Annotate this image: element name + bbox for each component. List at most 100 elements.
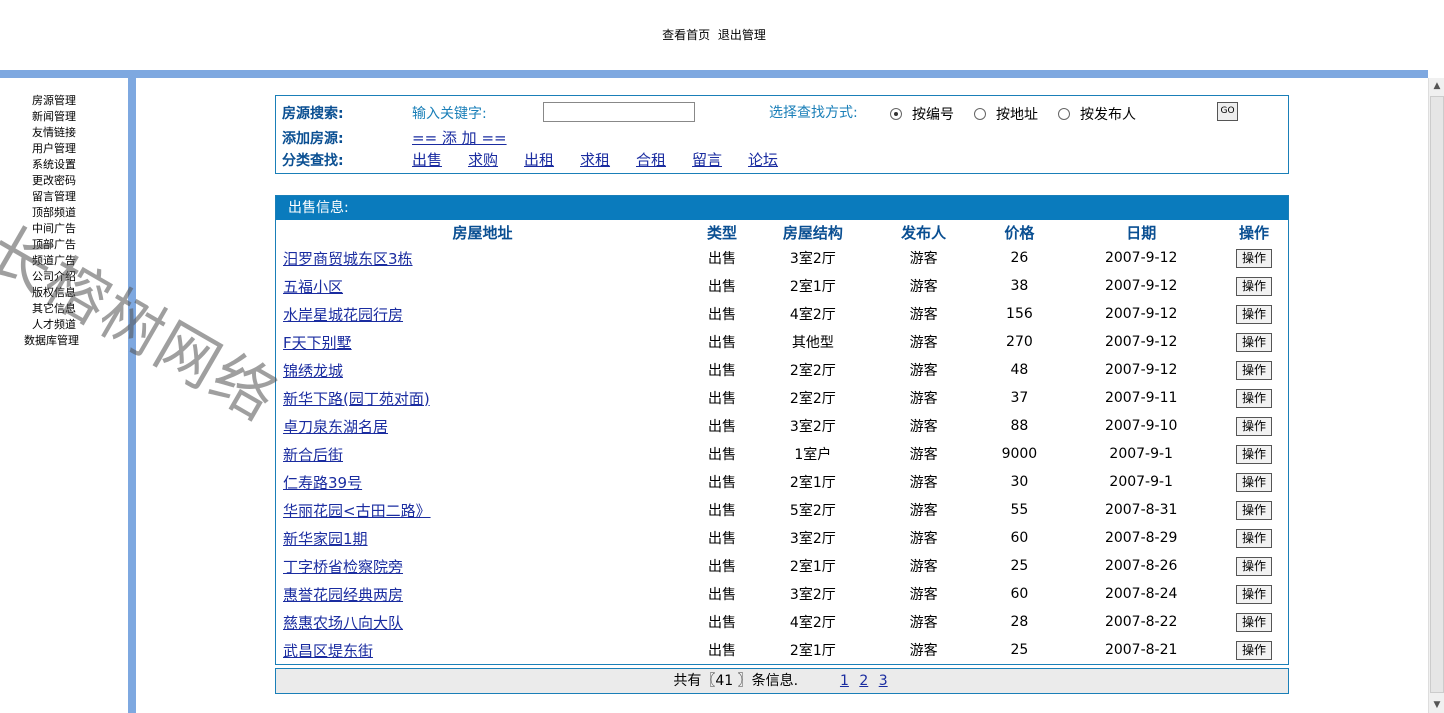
sidebar-item[interactable]: 频道广告 bbox=[0, 253, 108, 269]
table-row: 汨罗商贸城东区3栋 出售 3室2厅 游客 26 2007-9-12 操作 bbox=[276, 244, 1288, 272]
table-row: 华丽花园<古田二路》 出售 5室2厅 游客 55 2007-8-31 操作 bbox=[276, 496, 1288, 524]
cell-price: 60 bbox=[1010, 530, 1029, 546]
cell-address: 华丽花园<古田二路》 bbox=[276, 496, 689, 524]
sidebar-item[interactable]: 中间广告 bbox=[0, 221, 108, 237]
cell-action: 操作 bbox=[1220, 440, 1288, 468]
listing-address-link[interactable]: 五福小区 bbox=[283, 278, 343, 296]
action-button[interactable]: 操作 bbox=[1236, 640, 1273, 660]
category-seek-rent-link[interactable]: 求租 bbox=[580, 149, 610, 170]
action-button[interactable]: 操作 bbox=[1236, 248, 1273, 268]
action-button[interactable]: 操作 bbox=[1236, 528, 1273, 548]
listing-address-link[interactable]: 惠誉花园经典两房 bbox=[283, 586, 403, 604]
vertical-scrollbar[interactable]: ▲ ▼ bbox=[1428, 78, 1444, 713]
col-type: 类型 bbox=[707, 223, 738, 242]
cell-price: 37 bbox=[1010, 390, 1029, 406]
action-button[interactable]: 操作 bbox=[1236, 472, 1273, 492]
listing-address-link[interactable]: 慈惠农场八向大队 bbox=[283, 614, 403, 632]
listing-address-link[interactable]: F天下别墅 bbox=[283, 334, 352, 352]
action-button[interactable]: 操作 bbox=[1236, 332, 1273, 352]
listing-address-link[interactable]: 新华家园1期 bbox=[283, 530, 368, 548]
add-listing-link[interactable]: == 添 加 == bbox=[412, 127, 507, 148]
cell-price: 25 bbox=[1010, 558, 1029, 574]
sidebar: 房源管理 新闻管理 友情链接 用户管理 系统设置 更改密码 留言管理 顶部频道 中间广告 顶部广告… bbox=[0, 78, 128, 713]
view-home-link[interactable]: 查看首页 bbox=[662, 28, 710, 42]
sidebar-item[interactable]: 人才频道 bbox=[0, 317, 108, 333]
action-button[interactable]: 操作 bbox=[1236, 416, 1273, 436]
sidebar-item[interactable]: 公司介绍 bbox=[0, 269, 108, 285]
cell-action: 操作 bbox=[1220, 524, 1288, 552]
radio-by-publisher[interactable]: 按发布人 bbox=[1058, 104, 1136, 124]
sidebar-item[interactable]: 留言管理 bbox=[0, 189, 108, 205]
listing-address-link[interactable]: 新合后街 bbox=[283, 446, 343, 464]
cell-price: 88 bbox=[1010, 418, 1029, 434]
listing-address-link[interactable]: 锦绣龙城 bbox=[283, 362, 343, 380]
scroll-thumb[interactable] bbox=[1430, 96, 1444, 693]
action-button[interactable]: 操作 bbox=[1236, 360, 1273, 380]
sidebar-item[interactable]: 数据库管理 bbox=[0, 333, 108, 349]
action-button[interactable]: 操作 bbox=[1236, 612, 1273, 632]
action-button[interactable]: 操作 bbox=[1236, 500, 1273, 520]
action-button[interactable]: 操作 bbox=[1236, 444, 1273, 464]
table-row: 仁寿路39号 出售 2室1厅 游客 30 2007-9-1 操作 bbox=[276, 468, 1288, 496]
sidebar-item[interactable]: 房源管理 bbox=[0, 93, 108, 109]
cell-publisher: 游客 bbox=[909, 307, 938, 323]
listing-address-link[interactable]: 水岸星城花园行房 bbox=[283, 306, 403, 324]
category-rent-link[interactable]: 出租 bbox=[524, 149, 554, 170]
listing-address-link[interactable]: 华丽花园<古田二路》 bbox=[283, 502, 431, 520]
sidebar-item[interactable]: 更改密码 bbox=[0, 173, 108, 189]
page-link-1[interactable]: 1 bbox=[840, 673, 849, 689]
page-link-2[interactable]: 2 bbox=[859, 673, 868, 689]
category-sale-link[interactable]: 出售 bbox=[412, 149, 442, 170]
cell-structure: 5室2厅 bbox=[789, 503, 836, 519]
sidebar-item[interactable]: 系统设置 bbox=[0, 157, 108, 173]
sidebar-item[interactable]: 其它信息 bbox=[0, 301, 108, 317]
col-address: 房屋地址 bbox=[452, 223, 513, 242]
category-buy-link[interactable]: 求购 bbox=[468, 149, 498, 170]
search-panel: 房源搜索: 输入关键字: 选择查找方式: 按编号 按地址 按发布人 GO 添加房… bbox=[275, 95, 1289, 174]
cell-address: 五福小区 bbox=[276, 272, 689, 300]
action-button[interactable]: 操作 bbox=[1236, 584, 1273, 604]
cell-type: 出售 bbox=[708, 307, 737, 323]
keyword-input[interactable] bbox=[543, 102, 695, 122]
col-price: 价格 bbox=[1004, 223, 1035, 242]
listing-address-link[interactable]: 武昌区堤东街 bbox=[283, 642, 373, 660]
sidebar-item[interactable]: 顶部广告 bbox=[0, 237, 108, 253]
cell-price: 25 bbox=[1010, 642, 1029, 658]
listing-address-link[interactable]: 新华下路(园丁苑对面) bbox=[283, 390, 430, 408]
category-message-link[interactable]: 留言 bbox=[692, 149, 722, 170]
cell-type: 出售 bbox=[708, 447, 737, 463]
listing-panel: 出售信息: 房屋地址 类型 房屋结构 发布人 价格 日期 操作 汨罗商贸城东区3… bbox=[275, 195, 1289, 665]
sidebar-item[interactable]: 顶部频道 bbox=[0, 205, 108, 221]
table-row: 水岸星城花园行房 出售 4室2厅 游客 156 2007-9-12 操作 bbox=[276, 300, 1288, 328]
header-divider bbox=[0, 70, 1428, 78]
sidebar-item[interactable]: 友情链接 bbox=[0, 125, 108, 141]
cell-date: 2007-8-22 bbox=[1104, 614, 1178, 630]
radio-by-number[interactable]: 按编号 bbox=[890, 104, 954, 124]
category-forum-link[interactable]: 论坛 bbox=[748, 149, 778, 170]
listing-address-link[interactable]: 仁寿路39号 bbox=[283, 474, 362, 492]
logout-link[interactable]: 退出管理 bbox=[718, 28, 766, 42]
action-button[interactable]: 操作 bbox=[1236, 276, 1273, 296]
listing-address-link[interactable]: 卓刀泉东湖名居 bbox=[283, 418, 388, 436]
cell-structure: 其他型 bbox=[791, 335, 834, 351]
listing-address-link[interactable]: 汨罗商贸城东区3栋 bbox=[283, 250, 413, 268]
listing-title: 出售信息: bbox=[276, 196, 1288, 220]
scroll-down-icon[interactable]: ▼ bbox=[1429, 697, 1444, 713]
category-share-link[interactable]: 合租 bbox=[636, 149, 666, 170]
cell-price: 38 bbox=[1010, 278, 1029, 294]
action-button[interactable]: 操作 bbox=[1236, 304, 1273, 324]
cell-type: 出售 bbox=[708, 279, 737, 295]
radio-by-address[interactable]: 按地址 bbox=[974, 104, 1038, 124]
listing-address-link[interactable]: 丁字桥省检察院旁 bbox=[283, 558, 403, 576]
action-button[interactable]: 操作 bbox=[1236, 556, 1273, 576]
page-link-3[interactable]: 3 bbox=[879, 673, 888, 689]
go-button[interactable]: GO bbox=[1217, 102, 1238, 121]
scroll-up-icon[interactable]: ▲ bbox=[1429, 78, 1444, 94]
sidebar-item[interactable]: 版权信息 bbox=[0, 285, 108, 301]
cell-structure: 2室2厅 bbox=[789, 363, 836, 379]
cell-structure: 3室2厅 bbox=[789, 531, 836, 547]
sidebar-item[interactable]: 用户管理 bbox=[0, 141, 108, 157]
sidebar-item[interactable]: 新闻管理 bbox=[0, 109, 108, 125]
table-row: 新合后街 出售 1室户 游客 9000 2007-9-1 操作 bbox=[276, 440, 1288, 468]
action-button[interactable]: 操作 bbox=[1236, 388, 1273, 408]
